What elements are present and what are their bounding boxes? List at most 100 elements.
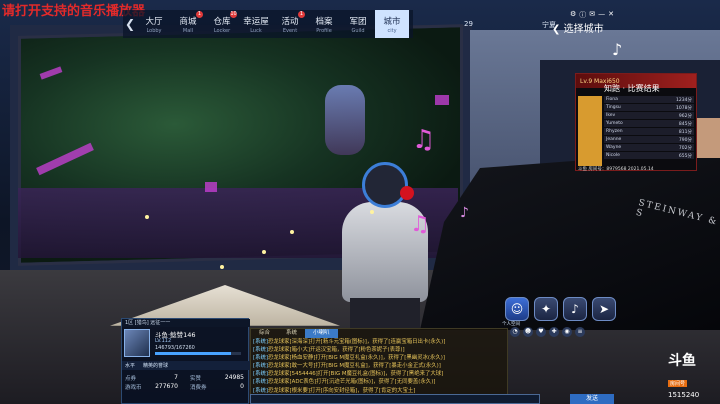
emote-icon[interactable]: ☻: [523, 327, 533, 337]
camera-icon[interactable]: ◉: [562, 327, 572, 337]
player-score: 962分: [678, 113, 692, 119]
sparkle: [290, 230, 294, 234]
music-note-icon: ♫: [410, 212, 430, 237]
music-icon[interactable]: ♪: [563, 297, 587, 321]
player-exp: 146793/167260: [155, 345, 195, 351]
minimize-icon[interactable]: —: [598, 10, 605, 20]
chat-tab[interactable]: 系统: [278, 329, 305, 338]
nav-lobby[interactable]: 大厅 Lobby: [137, 10, 171, 38]
billboard-dancer: [325, 85, 365, 155]
stat-label: 游戏币: [125, 385, 142, 391]
results-side-banner: [578, 96, 602, 166]
chat-line-tag: [系统]: [253, 363, 268, 370]
settings-icon[interactable]: ⚙: [570, 10, 576, 20]
player-name: Tingsu: [606, 105, 621, 110]
result-row: Wayne 702分: [604, 144, 694, 151]
stat-value: 7: [174, 374, 178, 381]
douyu-logo: 斗鱼 房间号 1515240: [668, 350, 718, 399]
nav-profile[interactable]: 档案 Profile: [307, 10, 341, 38]
quick-actions: ◔ ☻ ♥ ✚ ◉ ≡: [510, 327, 585, 337]
select-city-button[interactable]: ❮ 选择城市: [552, 20, 604, 35]
player-card: 1区 [猎鸟] 远征一一 斗鱼·鲶赞146 LV.112 146793/1672…: [121, 318, 250, 404]
sparkle: [262, 250, 266, 254]
friends-icon[interactable]: ♥: [536, 327, 546, 337]
chat-input[interactable]: [250, 394, 540, 404]
dance-icon[interactable]: ✦: [534, 297, 558, 321]
exp-bar: [155, 352, 241, 355]
nav-locker[interactable]: 10 仓库 Locker: [205, 10, 239, 38]
player-card-tab[interactable]: 水平: [125, 362, 135, 369]
player-name: Jeanne: [606, 137, 622, 142]
chat-line: [系统]恐龙球家[5454446]打开[BIG M魔豆礼盒(图标)]，获得了[黑…: [251, 370, 507, 378]
player-score: 1078分: [676, 105, 692, 111]
nav-label: 城市: [383, 16, 401, 27]
chat-panel: 综合 系统 小喇叭 [系统]恐龙球家[深海深]打开[菞斗元宝箱(图标)]，获得了…: [250, 328, 508, 404]
chevron-left-icon: ❮: [552, 24, 561, 35]
avatar[interactable]: [124, 329, 150, 357]
chat-line-text: 恐龙球家[敢一大号]打开[BIG M魔豆礼盒]，获得了[暴走小金正式(永久)]: [268, 363, 441, 370]
mail-icon[interactable]: ✉: [589, 10, 595, 20]
nav-luck[interactable]: 幸运屋 Luck: [239, 10, 273, 38]
stat-label: 点券: [125, 376, 137, 382]
player-card-tab[interactable]: 精英的誉球: [143, 362, 168, 369]
sparkle: [370, 210, 374, 214]
chat-line-tag: [系统]: [253, 355, 268, 362]
person-icon[interactable]: ☺: [505, 297, 529, 321]
result-row: Nicole 655分: [604, 152, 694, 159]
player-score: 845分: [678, 121, 692, 127]
gift-icon[interactable]: ✚: [549, 327, 559, 337]
nav-event[interactable]: 1 活动 Event: [273, 10, 307, 38]
nav-label: 军团: [349, 16, 367, 27]
stat-value: 277670: [155, 383, 178, 390]
top-nav: ❮ 大厅 Lobby 1 商城 Mall 10 仓库 Locker 幸运屋 Lu…: [123, 10, 413, 38]
chat-tabs: 综合 系统 小喇叭: [251, 329, 507, 338]
nav-sublabel: Locker: [213, 27, 231, 34]
player-level: LV.112: [155, 338, 172, 344]
top-icons: ⚙ ⓘ ✉ — ✕: [570, 10, 614, 20]
info-icon[interactable]: ⓘ: [579, 10, 586, 20]
chat-line: [系统]恐龙球家[深海深]打开[菞斗元宝箱(图标)]，获得了[连赢宝箱日出卡(永…: [251, 338, 507, 346]
nav-sublabel: Guild: [351, 27, 365, 34]
nav-mall[interactable]: 1 商城 Mall: [171, 10, 205, 38]
chat-line-text: 恐龙球家[5454446]打开[BIG M魔豆礼盒(图标)]，获得了[黑绝来了大…: [268, 371, 444, 378]
chat-line-text: 恐龙球家[深海深]打开[菞斗元宝箱(图标)]，获得了[连赢宝箱日出卡(永久)]: [268, 339, 446, 345]
character-head: [362, 162, 408, 208]
chat-line-text: 恐龙球家[ADC表色]打开[沉迹芒光箱(图标)]，获得了[无同要盖(永久)]: [268, 379, 436, 386]
chat-line-tag: [系统]: [253, 347, 268, 354]
player-character[interactable]: [320, 160, 450, 338]
stat-label: 消费券: [190, 385, 207, 391]
chat-tab[interactable]: 综合: [251, 329, 278, 338]
chat-line-tag: [系统]: [253, 339, 268, 345]
stat-value: 0: [240, 383, 244, 390]
chat-line-text: 恐龙球家[箱小大]开运汉宝箱，获得了[粉色茶妮子(表尊)]: [268, 347, 405, 354]
douyu-room-number: 1515240: [668, 391, 700, 399]
player-name: Nicole: [606, 153, 620, 158]
nav-sublabel: Profile: [316, 27, 332, 34]
player-score: 655分: [678, 153, 692, 159]
nav-sublabel: Luck: [250, 27, 262, 34]
nav-label: 活动: [281, 16, 299, 27]
nav-city[interactable]: 城市 city: [375, 10, 409, 38]
nav-label: 商城: [179, 16, 197, 27]
menu-icon[interactable]: ≡: [575, 327, 585, 337]
chevron-left-icon[interactable]: ❮: [123, 10, 137, 38]
city-select-label: 选择城市: [563, 24, 604, 35]
close-icon[interactable]: ✕: [608, 10, 614, 20]
stat-label: 实赞: [190, 376, 202, 382]
chat-line-tag: [系统]: [253, 387, 268, 394]
chat-line-text: 恐龙球家[杨血安静]打开[BIG M魔豆礼盒(永久)]，获得了[黑幽灵冰(永久)…: [268, 355, 446, 362]
chat-line-tag: [系统]: [253, 371, 268, 378]
chat-bubble-icon[interactable]: ◔: [510, 327, 520, 337]
server-indicator[interactable]: 29 宁夏: [460, 20, 560, 34]
notification-badge: 1: [298, 11, 305, 18]
douyu-logo-text: 斗鱼: [668, 353, 696, 369]
player-card-tabs: 水平 精英的誉球: [122, 361, 250, 370]
race-results-panel: Lv.9 Maxi650 知跑 · 比赛结果 Fiona 1234分 Tingsu…: [575, 73, 697, 172]
chat-tab[interactable]: 小喇叭: [305, 329, 338, 338]
chat-line: [系统]恐龙球家[箱小大]开运汉宝箱，获得了[粉色茶妮子(表尊)]: [251, 346, 507, 354]
confetti-ribbon: [435, 95, 449, 105]
results-title: 知跑 · 比赛结果: [604, 84, 660, 93]
sprint-icon[interactable]: ➤: [592, 297, 616, 321]
nav-guild[interactable]: 军团 Guild: [341, 10, 375, 38]
send-button[interactable]: 发送: [570, 394, 614, 404]
